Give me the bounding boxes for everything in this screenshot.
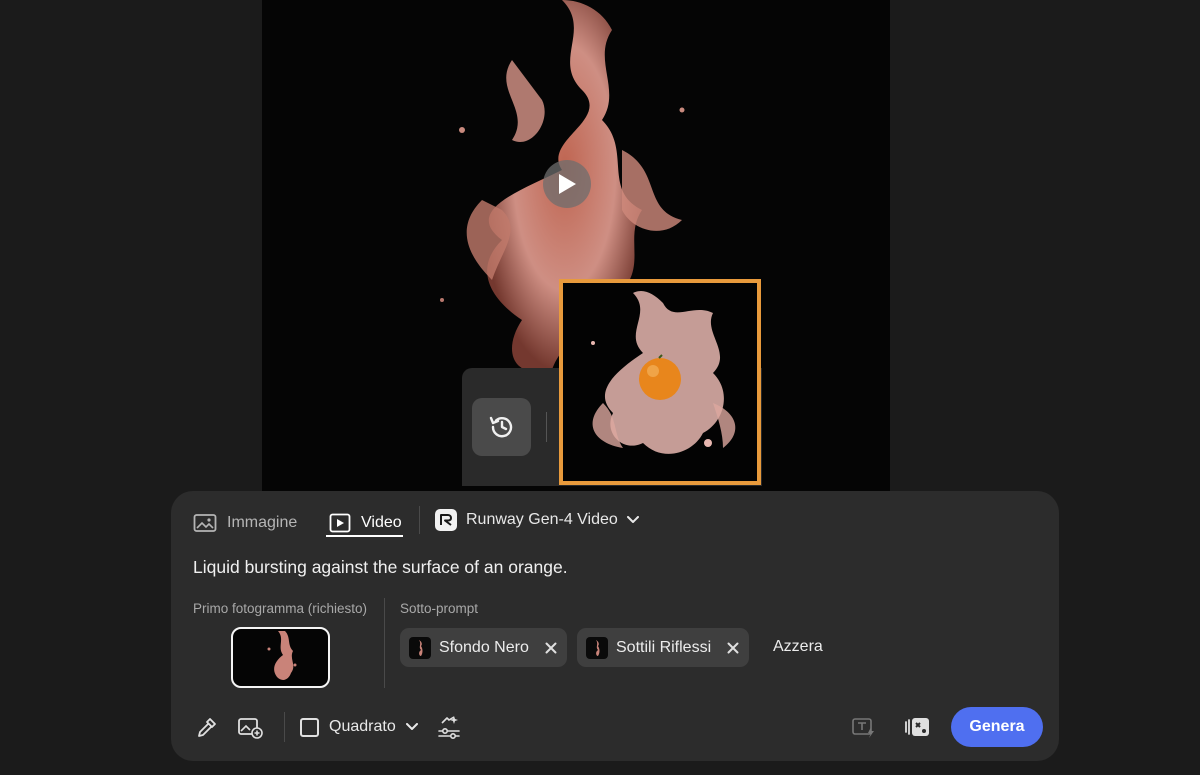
model-selector[interactable]: Runway Gen-4 Video: [435, 506, 639, 534]
prompt-input[interactable]: Liquid bursting against the surface of a…: [193, 557, 1033, 578]
tab-video[interactable]: Video: [329, 508, 402, 538]
first-frame-image: [267, 631, 297, 680]
toolbar-divider: [284, 712, 285, 742]
history-icon: [489, 416, 512, 438]
reset-subprompts-button[interactable]: Azzera: [773, 638, 823, 656]
section-divider: [384, 598, 385, 688]
aspect-label: Quadrato: [329, 718, 396, 735]
play-button[interactable]: [543, 160, 591, 208]
add-image-button[interactable]: [235, 712, 265, 742]
close-icon: [727, 642, 739, 653]
app-stage: Immagine Video Runway Gen-4 Video Liquid…: [0, 0, 1200, 775]
chevron-down-icon: [626, 516, 639, 523]
tab-video-label: Video: [361, 514, 402, 531]
eyedropper-icon: [198, 718, 216, 737]
subprompt-chip[interactable]: Sfondo Nero: [400, 628, 567, 667]
video-frames-icon: [905, 718, 929, 736]
runway-logo-icon: [435, 509, 457, 531]
model-label: Runway Gen-4 Video: [466, 511, 618, 528]
selected-generation-thumbnail[interactable]: [559, 279, 761, 485]
text-to-video-button: [849, 712, 879, 742]
image-add-icon: [238, 718, 263, 739]
tab-image-label: Immagine: [227, 514, 298, 531]
close-icon: [545, 642, 557, 653]
video-icon: [329, 513, 351, 533]
chip-thumbnail: [409, 636, 431, 659]
square-aspect-icon: [300, 717, 319, 737]
image-icon: [193, 514, 217, 532]
history-button[interactable]: [472, 398, 531, 456]
remove-chip-button[interactable]: [545, 642, 557, 654]
remove-chip-button[interactable]: [727, 642, 739, 654]
chevron-down-icon: [405, 723, 418, 730]
aspect-ratio-selector[interactable]: Quadrato: [300, 713, 418, 741]
first-frame-label: Primo fotogramma (richiesto): [193, 601, 368, 616]
tabs-divider: [419, 506, 420, 534]
text-lightning-icon: [852, 718, 874, 738]
history-divider: [546, 412, 547, 442]
chip-label: Sottili Riflessi: [616, 638, 712, 656]
subprompt-label: Sotto-prompt: [400, 601, 479, 616]
video-settings-button[interactable]: [902, 712, 932, 742]
chip-label: Sfondo Nero: [439, 638, 529, 656]
first-frame-thumbnail[interactable]: [231, 627, 330, 688]
play-icon: [559, 174, 576, 194]
effects-button[interactable]: [434, 712, 464, 742]
active-tab-indicator: [326, 535, 403, 537]
eyedropper-button[interactable]: [192, 712, 222, 742]
generate-button[interactable]: Genera: [951, 707, 1043, 747]
orange-splash-image: [591, 291, 736, 454]
chip-thumbnail: [586, 636, 608, 659]
tab-image[interactable]: Immagine: [193, 508, 297, 538]
magic-settings-icon: [438, 716, 460, 739]
subprompt-chip[interactable]: Sottili Riflessi: [577, 628, 750, 667]
